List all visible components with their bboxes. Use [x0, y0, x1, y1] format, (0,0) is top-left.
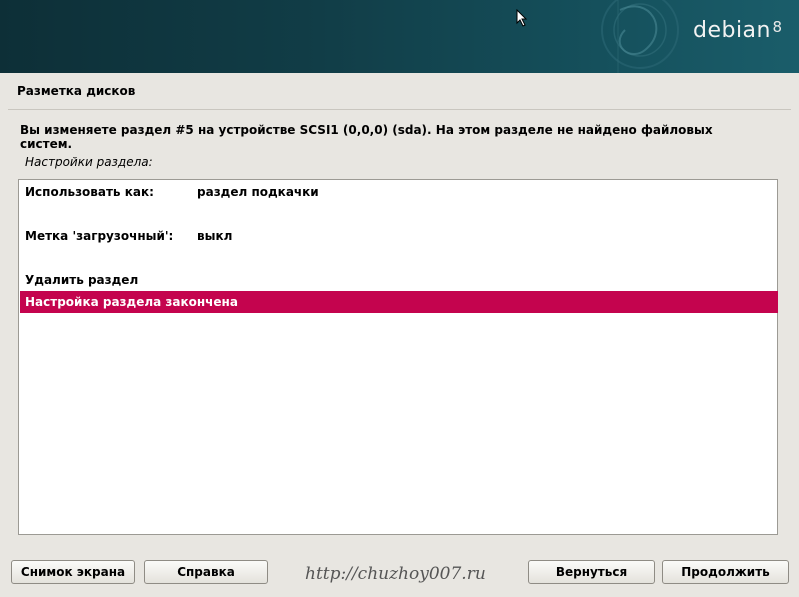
title-divider	[8, 109, 791, 110]
bootable-label: Метка 'загрузочный':	[25, 229, 174, 243]
screenshot-button[interactable]: Снимок экрана	[11, 560, 135, 584]
delete-partition-label: Удалить раздел	[25, 273, 139, 287]
help-button[interactable]: Справка	[144, 560, 268, 584]
mouse-pointer-icon	[516, 9, 528, 27]
bootable-value: выкл	[197, 229, 233, 243]
list-item-delete-partition[interactable]: Удалить раздел	[20, 269, 778, 291]
list-item-done-setting-up[interactable]: Настройка раздела закончена	[20, 291, 778, 313]
watermark-text: http://chuzhoy007.ru	[305, 564, 486, 584]
section-label: Настройки раздела:	[25, 155, 153, 169]
debian-swirl-icon	[601, 0, 679, 73]
list-item-bootable-flag[interactable]: Метка 'загрузочный': выкл	[20, 225, 778, 247]
done-setting-up-label: Настройка раздела закончена	[25, 295, 238, 309]
continue-button[interactable]: Продолжить	[662, 560, 789, 584]
back-button[interactable]: Вернуться	[528, 560, 655, 584]
use-as-value: раздел подкачки	[197, 185, 319, 199]
debian-version: 8	[772, 18, 782, 36]
debian-logo: debian	[692, 18, 771, 43]
page-title: Разметка дисков	[17, 84, 136, 98]
use-as-label: Использовать как:	[25, 185, 154, 199]
list-item-use-as[interactable]: Использовать как: раздел подкачки	[20, 181, 778, 203]
partition-settings-list[interactable]: Использовать как: раздел подкачки Метка …	[18, 179, 778, 535]
installer-header: debian 8	[0, 0, 799, 73]
partition-description: Вы изменяете раздел #5 на устройстве SCS…	[20, 123, 713, 151]
